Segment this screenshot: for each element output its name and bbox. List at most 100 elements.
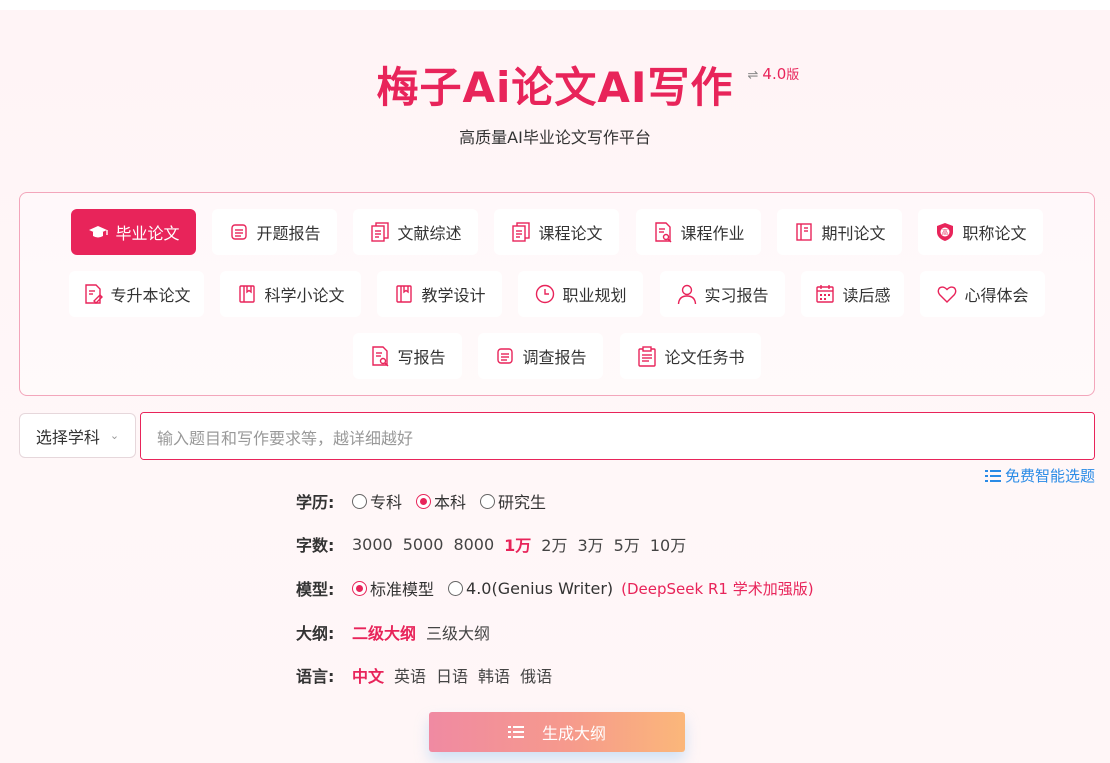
- report-icon: [231, 224, 248, 240]
- chip-label: 开题报告: [256, 224, 321, 243]
- chip-icon-wrap: [87, 221, 109, 243]
- chip-label: 毕业论文: [115, 224, 180, 243]
- chip-icon-wrap: [793, 221, 815, 243]
- radio-label: 本科: [434, 493, 467, 512]
- language-option[interactable]: 日语: [436, 663, 468, 687]
- documents-icon: [512, 222, 531, 242]
- version-suffix: 版: [786, 68, 800, 83]
- word-count-option[interactable]: 10万: [650, 532, 686, 556]
- word-count-option[interactable]: 2万: [541, 532, 567, 556]
- education-row: 学历: 专科 本科 研究生: [296, 489, 560, 513]
- word-count-option[interactable]: 3000: [352, 535, 393, 554]
- book-icon: [239, 285, 256, 303]
- chip-label: 调查报告: [522, 348, 587, 367]
- svg-text:高: 高: [942, 229, 948, 237]
- outline-option[interactable]: 二级大纲: [352, 620, 416, 644]
- chip-icon-wrap: [82, 283, 104, 305]
- model-radio[interactable]: 4.0(Genius Writer): [448, 579, 613, 598]
- documents-icon: [371, 222, 390, 242]
- outline-row: 大纲: 二级大纲 三级大纲: [296, 620, 500, 644]
- chip-label: 写报告: [397, 348, 446, 367]
- chip-icon-wrap: [369, 345, 391, 367]
- page-header: 梅子Ai论文AI写作 ⇌ 4.0版 高质量AI毕业论文写作平台: [0, 60, 1110, 148]
- paper-type-chip[interactable]: 职业规划: [518, 271, 643, 317]
- list-icon: [507, 726, 524, 738]
- chip-label: 实习报告: [704, 286, 769, 305]
- chip-label: 期刊论文: [821, 224, 886, 243]
- calendar-icon: [816, 285, 835, 303]
- word-count-row: 字数: 3000 5000 8000 1万 2万 3万 5万 10万: [296, 532, 696, 556]
- chip-icon-wrap: [936, 283, 958, 305]
- chip-icon-wrap: [676, 283, 698, 305]
- doc-search-icon: [372, 346, 389, 367]
- chip-label: 职称论文: [962, 224, 1027, 243]
- paper-type-chip[interactable]: 实习报告: [660, 271, 785, 317]
- radio-circle: [416, 493, 432, 509]
- subject-select[interactable]: 选择学科 ⌄: [19, 413, 136, 458]
- heart-icon: [938, 286, 957, 303]
- chip-icon-wrap: [369, 221, 391, 243]
- user-icon: [678, 284, 697, 305]
- model-note: (DeepSeek R1 学术加强版): [621, 579, 814, 598]
- paper-type-chip[interactable]: 读后感: [801, 271, 904, 317]
- paper-type-chip[interactable]: 心得体会: [920, 271, 1045, 317]
- paper-type-chip[interactable]: 写报告: [353, 333, 462, 379]
- paper-type-chip[interactable]: 毕业论文: [71, 209, 196, 255]
- word-count-option[interactable]: 1万: [504, 532, 531, 556]
- paper-type-chip[interactable]: 期刊论文: [777, 209, 902, 255]
- journal-icon: [796, 223, 813, 241]
- word-count-label: 字数:: [296, 536, 335, 555]
- paper-type-chip[interactable]: 课程论文: [494, 209, 619, 255]
- clock-icon: [536, 284, 555, 304]
- outline-label: 大纲:: [296, 624, 335, 643]
- chip-label: 读后感: [842, 286, 891, 305]
- education-radio[interactable]: 专科: [352, 489, 402, 513]
- chip-icon-wrap: [636, 345, 658, 367]
- topic-input[interactable]: [140, 412, 1095, 460]
- book-icon: [396, 285, 413, 303]
- language-option[interactable]: 英语: [394, 663, 426, 687]
- paper-type-chip[interactable]: 教学设计: [377, 271, 502, 317]
- chip-icon-wrap: [510, 221, 532, 243]
- paper-type-chip[interactable]: 科学小论文: [220, 271, 361, 317]
- radio-label: 4.0(Genius Writer): [466, 578, 614, 598]
- model-radio[interactable]: 标准模型: [352, 576, 434, 600]
- education-radio[interactable]: 研究生: [480, 489, 546, 513]
- paper-type-chip[interactable]: 专升本论文: [69, 271, 204, 317]
- language-option[interactable]: 中文: [352, 663, 384, 687]
- chip-icon-wrap: [494, 345, 516, 367]
- paper-type-chip[interactable]: 文献综述: [353, 209, 478, 255]
- word-count-option[interactable]: 5000: [403, 535, 444, 554]
- paper-type-chip[interactable]: 课程作业: [636, 209, 761, 255]
- radio-circle: [480, 493, 496, 509]
- version-switch[interactable]: ⇌ 4.0版: [748, 64, 800, 83]
- graduation-cap-icon: [89, 226, 109, 238]
- language-option[interactable]: 韩语: [478, 663, 510, 687]
- generate-outline-label: 生成大纲: [541, 726, 606, 743]
- radio-label: 研究生: [498, 493, 547, 512]
- doc-search-icon: [655, 222, 672, 243]
- generate-outline-button[interactable]: 生成大纲: [429, 712, 685, 752]
- language-option[interactable]: 俄语: [520, 663, 552, 687]
- word-count-option[interactable]: 5万: [614, 532, 640, 556]
- paper-type-chip[interactable]: 调查报告: [478, 333, 603, 379]
- paper-type-chip[interactable]: 高 职称论文: [918, 209, 1043, 255]
- chip-label: 职业规划: [562, 286, 627, 305]
- chip-label: 教学设计: [421, 286, 486, 305]
- language-row: 语言: 中文 英语 日语 韩语 俄语: [296, 663, 562, 687]
- free-topic-label: 免费智能选题: [1004, 467, 1095, 485]
- swap-icon: ⇌: [747, 68, 759, 83]
- chip-label: 课程论文: [538, 224, 603, 243]
- word-count-option[interactable]: 8000: [453, 535, 494, 554]
- outline-option[interactable]: 三级大纲: [426, 620, 490, 644]
- paper-type-chip[interactable]: 论文任务书: [620, 333, 761, 379]
- chip-label: 课程作业: [680, 224, 745, 243]
- chip-icon-wrap: [652, 221, 674, 243]
- word-count-option[interactable]: 3万: [577, 532, 603, 556]
- title-wrap: 梅子Ai论文AI写作 ⇌ 4.0版: [376, 60, 799, 116]
- education-radio[interactable]: 本科: [416, 489, 466, 513]
- free-topic-link[interactable]: 免费智能选题: [984, 465, 1095, 486]
- paper-type-chip[interactable]: 开题报告: [212, 209, 337, 255]
- radio-circle: [352, 580, 367, 596]
- radio-circle: [352, 493, 367, 509]
